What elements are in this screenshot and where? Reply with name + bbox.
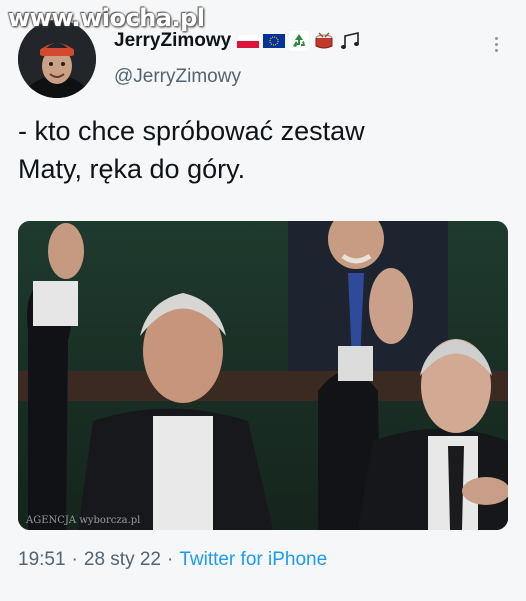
tweet-time[interactable]: 19:51 (18, 549, 66, 571)
more-options-icon[interactable] (484, 30, 508, 58)
author-emoji-row (237, 31, 363, 51)
poland-flag-icon (237, 34, 260, 48)
author-handle[interactable]: @JerryZimowy (114, 66, 241, 88)
meta-separator: · (166, 549, 174, 570)
tweet-source-link[interactable]: Twitter for iPhone (179, 549, 327, 571)
tweet-text: - kto chce spróbować zestaw Maty, ręka d… (18, 116, 365, 184)
tweet-photo[interactable]: AGENCJA wyborcza.pl (18, 221, 508, 530)
recycle-icon (289, 31, 310, 51)
photo-credit: AGENCJA wyborcza.pl (26, 515, 141, 526)
music-notes-icon (341, 31, 360, 49)
tweet-meta: 19:51 · 28 sty 22 · Twitter for iPhone (18, 549, 327, 571)
tweet-date[interactable]: 28 sty 22 (84, 549, 161, 571)
author-display-name[interactable]: JerryZimowy (114, 30, 231, 52)
eu-flag-icon (263, 34, 286, 48)
site-watermark: www.wiocha.pl (8, 4, 205, 32)
photo-image (18, 221, 508, 530)
author-name-row: JerryZimowy (114, 30, 363, 52)
meta-separator: · (71, 549, 78, 570)
drum-icon (315, 32, 333, 49)
